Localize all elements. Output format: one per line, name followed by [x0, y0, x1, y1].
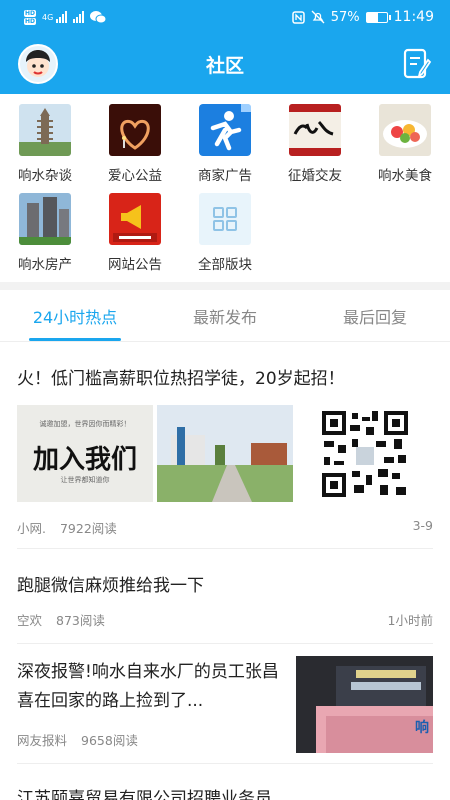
avatar-cartoon-icon: [26, 50, 50, 77]
post-title: 跑腿微信麻烦推给我一下: [17, 576, 204, 596]
board-label: 响水美食: [378, 168, 432, 184]
board-all[interactable]: 全部版块: [180, 193, 270, 281]
post-author: 网友报料: [17, 733, 68, 748]
runner-logo: [199, 104, 251, 156]
post-item[interactable]: 火！低门槛高薪职位热招学徒，20岁起招！ 诚邀加盟，世界因你而精彩！ 加入我们 …: [17, 342, 433, 549]
wechat-icon: [90, 11, 107, 24]
food-photo: [379, 104, 431, 156]
clock: 11:49: [393, 9, 434, 25]
post-meta: 网友报料 9658阅读: [17, 730, 287, 749]
status-left: HD HD 4G: [24, 9, 107, 25]
board-label: 爱心公益: [108, 168, 162, 184]
new-post-button[interactable]: [400, 47, 434, 81]
board-label: 商家广告: [198, 168, 252, 184]
board-xiangshui-fangchan[interactable]: 响水房产: [0, 193, 90, 281]
post-author: 空欢: [17, 613, 43, 628]
post-meta: 小网. 7922阅读 3-9: [17, 518, 433, 537]
post-time: 1小时前: [387, 613, 433, 628]
post-author: 小网.: [17, 521, 46, 536]
image-caption-main: 加入我们: [32, 445, 137, 475]
money-wallet-photo: 响: [296, 656, 433, 753]
board-zhenghun-jiaoyou[interactable]: 征婚交友: [270, 104, 360, 192]
post-item[interactable]: 深夜报警!响水自来水厂的员工张昌喜在回家的路上捡到了... 网友报料 9658阅读…: [17, 644, 433, 764]
megaphone-logo: [109, 193, 161, 245]
status-bar: HD HD 4G 57% 11:49: [0, 0, 450, 34]
tab-latest[interactable]: 最新发布: [150, 290, 300, 341]
grid-icon: [199, 193, 251, 245]
status-right: 57% 11:49: [291, 9, 434, 25]
pagoda-photo: [19, 104, 71, 156]
post-images: 诚邀加盟，世界因你而精彩！ 加入我们 让世界都知道你: [17, 405, 433, 502]
tab-last-reply[interactable]: 最后回复: [300, 290, 450, 341]
app-header: 社区: [0, 34, 450, 94]
post-title: 火！低门槛高薪职位热招学徒，20岁起招！: [17, 369, 345, 389]
battery-percent: 57%: [330, 9, 360, 25]
post-feed: 火！低门槛高薪职位热招学徒，20岁起招！ 诚邀加盟，世界因你而精彩！ 加入我们 …: [0, 342, 450, 800]
board-wangzhan-gonggao[interactable]: 网站公告: [90, 193, 180, 281]
post-views: 9658阅读: [81, 733, 138, 748]
post-views: 7922阅读: [59, 521, 117, 536]
board-label: 征婚交友: [288, 168, 342, 184]
board-grid: 响水杂谈 爱心公益 商家广告 征婚交友 响水美食 响水房产 网站公告 全部版块: [0, 94, 450, 282]
board-label: 响水杂谈: [18, 168, 72, 184]
board-aixin-gongyi[interactable]: 爱心公益: [90, 104, 180, 192]
mute-icon: [311, 10, 325, 24]
watermark-text: 响: [415, 720, 429, 736]
top-bar: HD HD 4G 57% 11:49 社区: [0, 0, 450, 94]
board-xiangshui-meishi[interactable]: 响水美食: [360, 104, 450, 192]
qr-code-image: [297, 405, 433, 502]
page-title: 社区: [205, 54, 244, 77]
post-item[interactable]: 江苏颐嘉贸易有限公司招聘业务员: [17, 764, 433, 800]
battery-icon: [365, 11, 391, 23]
network-type: 4G: [42, 12, 54, 22]
edit-note-icon: [403, 48, 432, 79]
board-xiangshui-zatan[interactable]: 响水杂谈: [0, 104, 90, 192]
image-caption-top: 诚邀加盟，世界因你而精彩！: [39, 420, 131, 428]
tab-24h-hot[interactable]: 24小时热点: [0, 290, 150, 341]
board-label: 网站公告: [108, 257, 162, 273]
post-time: 3-9: [412, 518, 433, 533]
signal-icon: [56, 11, 68, 23]
post-text-column: 深夜报警!响水自来水厂的员工张昌喜在回家的路上捡到了... 网友报料 9658阅读: [17, 656, 287, 763]
hd-badge-icon: HD HD: [24, 9, 37, 25]
calligraphy-photo: [289, 104, 341, 156]
post-views: 873阅读: [56, 613, 105, 628]
feed-tabs: 24小时热点 最新发布 最后回复: [0, 290, 450, 342]
board-label: 全部版块: [198, 257, 252, 273]
join-us-image: 诚邀加盟，世界因你而精彩！ 加入我们 让世界都知道你: [17, 405, 153, 502]
post-item[interactable]: 跑腿微信麻烦推给我一下 空欢 873阅读 1小时前: [17, 549, 433, 644]
post-title: 深夜报警!响水自来水厂的员工张昌喜在回家的路上捡到了...: [17, 662, 279, 711]
factory-road-photo: [157, 405, 293, 502]
heart-candle-photo: [109, 104, 161, 156]
signal-icon-2: [73, 11, 85, 23]
avatar[interactable]: [18, 44, 58, 84]
board-label: 响水房产: [18, 257, 72, 273]
board-shangjia-guanggao[interactable]: 商家广告: [180, 104, 270, 192]
image-caption-bottom: 让世界都知道你: [60, 476, 110, 484]
post-title: 江苏颐嘉贸易有限公司招聘业务员: [17, 789, 272, 800]
nfc-icon: [291, 10, 305, 24]
building-photo: [19, 193, 71, 245]
post-meta: 空欢 873阅读 1小时前: [17, 610, 433, 629]
section-divider: [0, 282, 450, 290]
